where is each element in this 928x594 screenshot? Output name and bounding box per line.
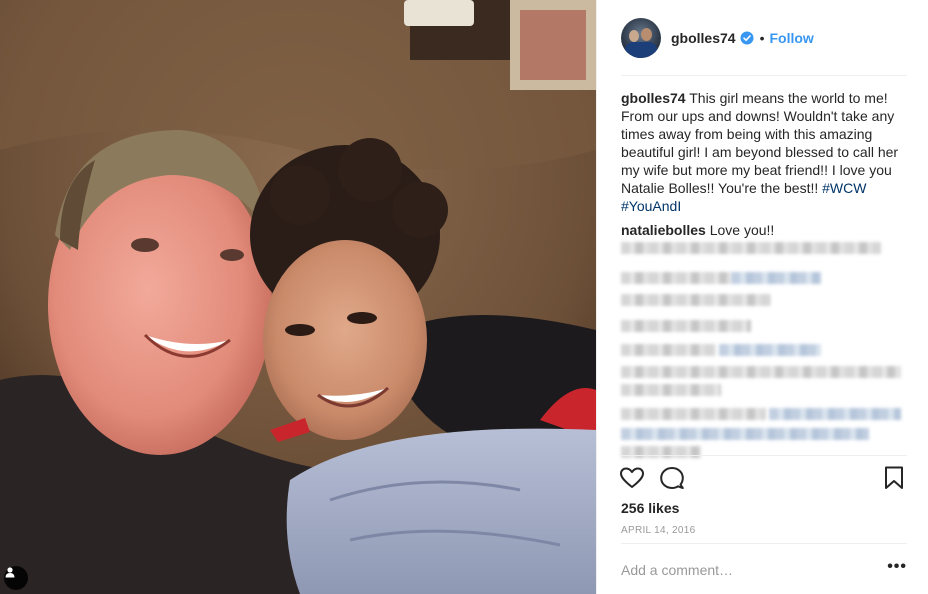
add-comment-row: ••• xyxy=(621,543,907,594)
separator: • xyxy=(759,30,765,46)
blurred-comment xyxy=(621,294,771,306)
post-photo[interactable] xyxy=(0,0,596,594)
caption-username[interactable]: gbolles74 xyxy=(621,90,686,106)
comment-input[interactable] xyxy=(621,561,861,578)
hashtag-wcw[interactable]: #WCW xyxy=(822,180,866,196)
verified-badge-icon xyxy=(740,31,754,45)
post-sidebar: gbolles74 • Follow gbolles74 This girl m… xyxy=(596,0,928,594)
blurred-comment-link xyxy=(621,428,869,440)
comment-text: Love you!! xyxy=(709,222,775,238)
comment-username[interactable]: nataliebolles xyxy=(621,222,706,238)
blurred-comment xyxy=(621,384,721,396)
caption: gbolles74 This girl means the world to m… xyxy=(621,89,911,215)
comments-list: gbolles74 This girl means the world to m… xyxy=(621,89,911,239)
blurred-comment xyxy=(621,366,901,378)
follow-button[interactable]: Follow xyxy=(770,30,814,46)
post-actions: 256 likes April 14, 2016 ••• xyxy=(597,455,928,594)
instagram-post: gbolles74 • Follow gbolles74 This girl m… xyxy=(0,0,928,594)
blurred-comment xyxy=(621,320,751,332)
post-date[interactable]: April 14, 2016 xyxy=(621,525,695,536)
blurred-comment xyxy=(621,344,716,356)
blurred-comment-link xyxy=(719,344,821,356)
header-username[interactable]: gbolles74 xyxy=(671,30,736,46)
hashtag-youandi[interactable]: #YouAndI xyxy=(621,198,681,214)
blurred-comment-link xyxy=(769,408,901,420)
post-header: gbolles74 • Follow xyxy=(597,0,928,76)
blurred-comment xyxy=(621,408,766,420)
avatar[interactable] xyxy=(621,18,661,58)
blurred-comment-link xyxy=(731,272,821,284)
more-options-icon[interactable]: ••• xyxy=(887,558,907,578)
blurred-comment xyxy=(621,242,881,254)
heart-icon[interactable] xyxy=(619,465,645,491)
blurred-comment xyxy=(621,272,731,284)
comment-item: nataliebolles Love you!! xyxy=(621,221,911,239)
post-image xyxy=(0,0,596,594)
user-tag-icon[interactable] xyxy=(4,566,28,590)
likes-count[interactable]: 256 likes xyxy=(621,500,679,516)
comment-bubble-icon[interactable] xyxy=(659,465,685,491)
bookmark-icon[interactable] xyxy=(881,465,907,491)
